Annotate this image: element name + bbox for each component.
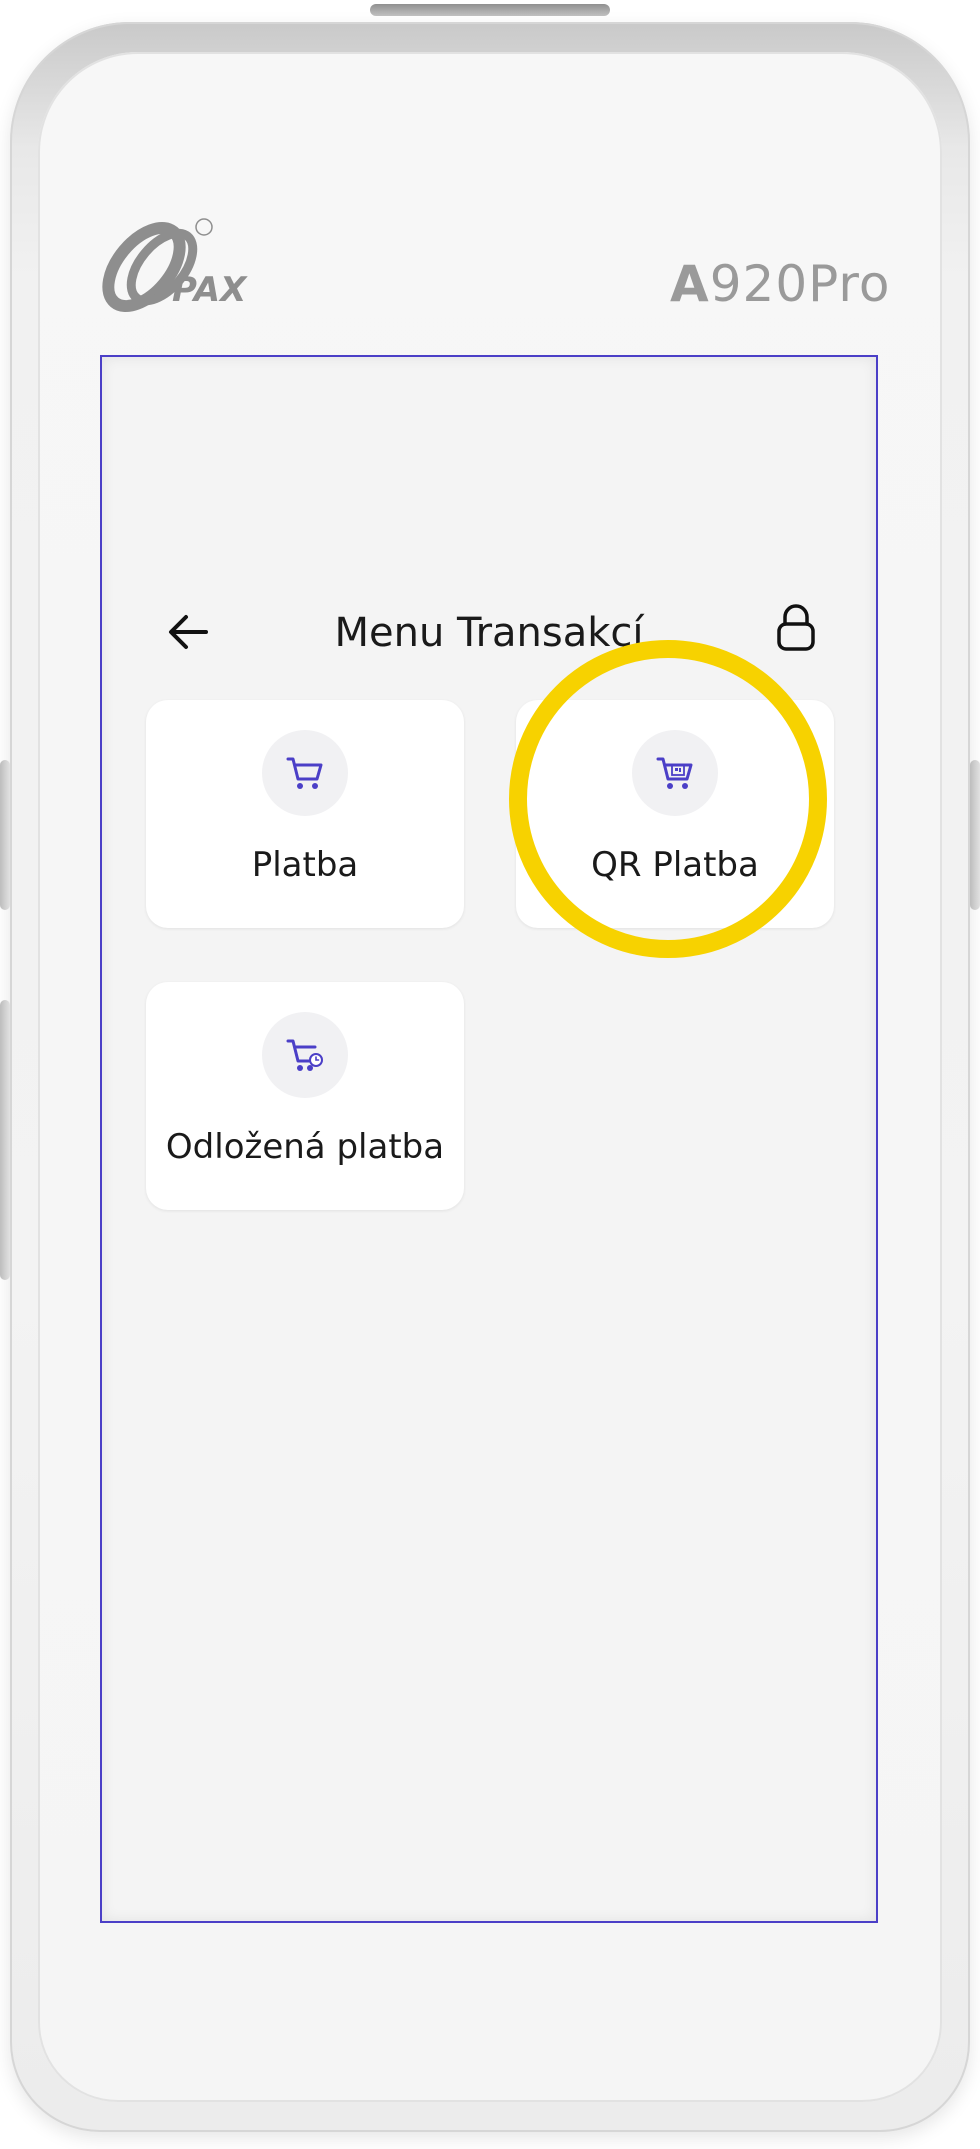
screen: Menu Transakcí Platba QR Platba Odložená… bbox=[100, 355, 878, 1923]
side-key bbox=[0, 1000, 10, 1280]
icon-badge bbox=[262, 1012, 348, 1098]
pax-logo-text: PAX bbox=[172, 270, 248, 310]
icon-badge bbox=[632, 730, 718, 816]
qr-payment-tile[interactable]: QR Platba bbox=[516, 700, 834, 928]
icon-badge bbox=[262, 730, 348, 816]
model-label: A920Pro bbox=[670, 255, 891, 313]
payment-tile[interactable]: Platba bbox=[146, 700, 464, 928]
qr-cart-icon bbox=[656, 757, 693, 789]
stage: PAX A920Pro Menu Transakcí Platba QR Pla… bbox=[0, 0, 980, 2149]
deferred-cart-icon bbox=[286, 1039, 323, 1071]
page-title: Menu Transakcí bbox=[334, 610, 644, 656]
pax-logo: PAX bbox=[102, 218, 248, 313]
tile-label: Platba bbox=[251, 845, 359, 885]
cart-icon bbox=[286, 757, 323, 789]
power-button bbox=[370, 4, 610, 16]
app-header: Menu Transakcí bbox=[102, 592, 876, 672]
deferred-payment-tile[interactable]: Odložená platba bbox=[146, 982, 464, 1210]
lock-icon[interactable] bbox=[768, 600, 824, 656]
side-key bbox=[970, 760, 980, 910]
tile-label: Odložená platba bbox=[165, 1127, 445, 1167]
side-key bbox=[0, 760, 10, 910]
tile-label: QR Platba bbox=[591, 845, 759, 885]
